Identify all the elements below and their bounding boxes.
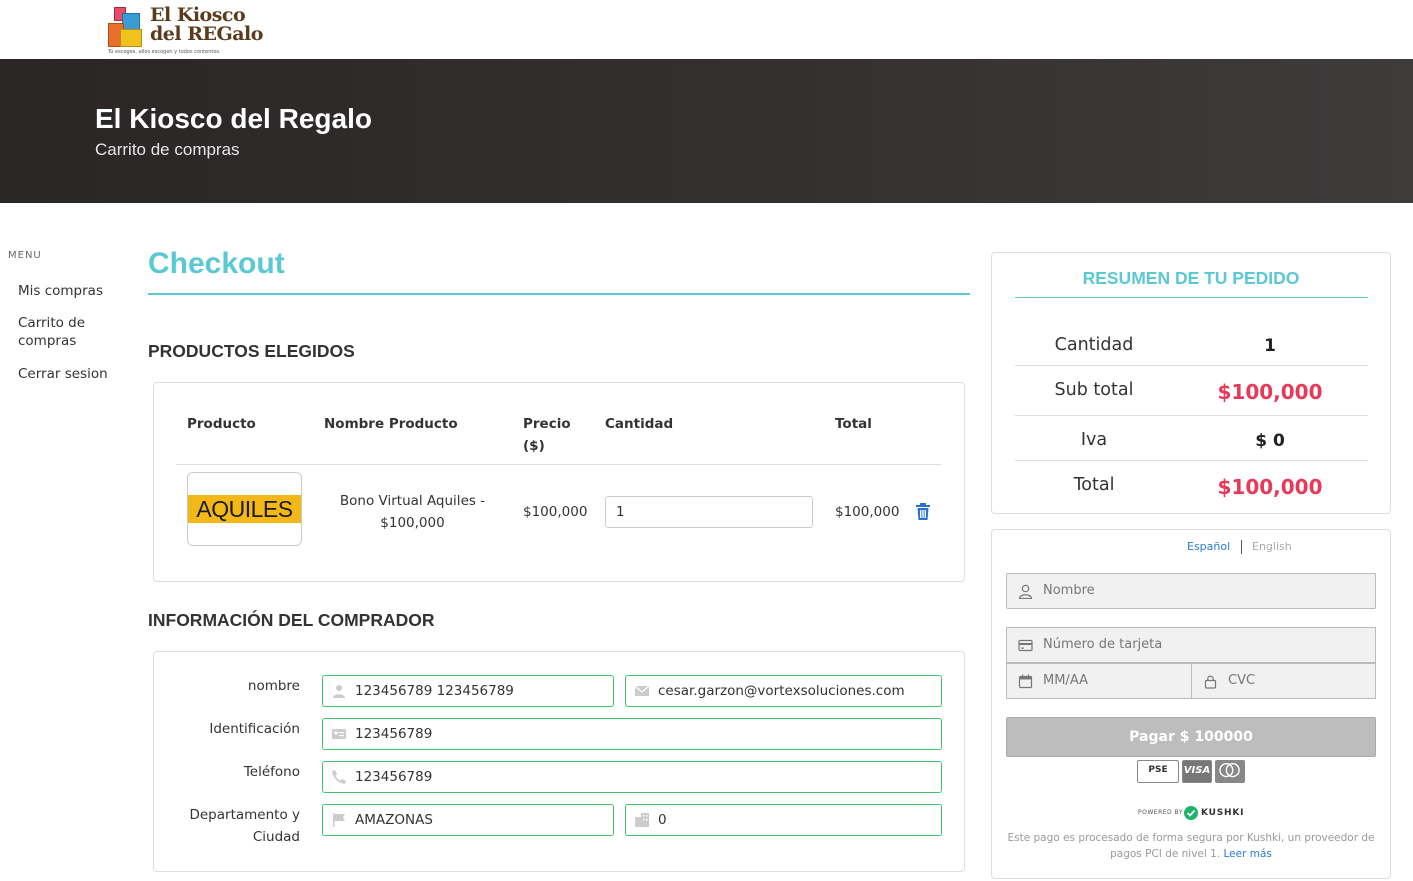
buyer-section-title: INFORMACIÓN DEL COMPRADOR <box>148 610 435 630</box>
lang-separator <box>1241 540 1242 554</box>
product-total: $100,000 <box>835 504 900 520</box>
expiry-placeholder: MM/AA <box>1043 673 1088 688</box>
read-more-link[interactable]: Leer más <box>1224 848 1272 860</box>
quantity-input[interactable]: 1 <box>605 496 813 528</box>
credit-card-icon <box>1018 639 1033 652</box>
lock-icon <box>1204 675 1217 689</box>
summary-value-cantidad: 1 <box>1264 336 1276 356</box>
logo-tagline: Tú escoges, ellos escogen y todos conten… <box>108 49 221 55</box>
col-header-cantidad: Cantidad <box>605 416 674 432</box>
col-header-precio: Precio ($) <box>523 416 571 454</box>
products-section-title: PRODUCTOS ELEGIDOS <box>148 341 355 361</box>
kushki-check-icon <box>1184 806 1198 820</box>
city-value: 0 <box>658 812 667 828</box>
flag-icon <box>333 813 345 827</box>
security-notice-text: Este pago es procesado de forma segura p… <box>1007 832 1375 860</box>
hero-subtitle: Carrito de compras <box>95 140 240 159</box>
phone-icon <box>332 770 346 784</box>
label-departamento: Departamento y Ciudad <box>189 807 300 845</box>
department-field[interactable]: AMAZONAS <box>322 804 614 836</box>
label-identificacion: Identificación <box>209 721 300 737</box>
col-header-producto: Producto <box>187 416 256 432</box>
mastercard-logo <box>1215 760 1245 783</box>
label-nombre: nombre <box>247 678 300 694</box>
card-number-placeholder: Número de tarjeta <box>1043 637 1163 652</box>
hero-title: El Kiosco del Regalo <box>95 103 372 134</box>
user-icon <box>333 685 345 698</box>
trash-icon[interactable] <box>915 503 931 520</box>
menu-item-mis-compras[interactable]: Mis compras <box>18 282 103 300</box>
summary-divider <box>1015 460 1368 461</box>
table-header-divider <box>176 464 941 465</box>
visa-logo-text: VISA <box>1183 765 1211 776</box>
card-number-input[interactable]: Número de tarjeta <box>1006 627 1376 663</box>
product-image-brand: AQUILES <box>196 496 293 522</box>
pse-logo-text: PSE <box>1148 765 1168 775</box>
envelope-icon <box>635 685 649 696</box>
mastercard-circles-icon <box>1219 763 1240 778</box>
product-name: Bono Virtual Aquiles - $100,000 <box>339 493 486 531</box>
logo[interactable]: El Kiosco del REGalo Tú escoges, ellos e… <box>106 2 266 58</box>
kushki-brand-text: KUSHKI <box>1201 808 1245 818</box>
summary-value-iva: $ 0 <box>1255 431 1285 451</box>
menu-title: MENU <box>8 250 42 261</box>
cvc-placeholder: CVC <box>1228 673 1256 688</box>
lang-es-link[interactable]: Español <box>1187 540 1230 553</box>
hero-banner: El Kiosco del Regalo Carrito de compras <box>0 59 1413 203</box>
summary-divider <box>1015 415 1368 416</box>
summary-divider <box>1015 365 1368 366</box>
expiry-input[interactable]: MM/AA <box>1006 663 1192 699</box>
pay-button[interactable]: Pagar $ 100000 <box>1006 717 1376 757</box>
calendar-icon <box>1018 674 1033 689</box>
id-card-icon <box>332 729 346 739</box>
summary-label-cantidad: Cantidad <box>1054 335 1134 355</box>
cardholder-name-placeholder: Nombre <box>1043 583 1095 598</box>
phone-field[interactable]: 123456789 <box>322 761 942 793</box>
lang-en-link[interactable]: English <box>1252 540 1292 553</box>
name-value: 123456789 123456789 <box>355 683 514 699</box>
summary-value-subtotal: $100,000 <box>1217 380 1323 404</box>
visa-logo: VISA <box>1182 760 1212 783</box>
top-bar: El Kiosco del REGalo Tú escoges, ellos e… <box>0 0 1413 59</box>
security-notice: Este pago es procesado de forma segura p… <box>1006 830 1376 862</box>
menu-item-cerrar-sesion[interactable]: Cerrar sesion <box>18 365 108 383</box>
email-value: cesar.garzon@vortexsoluciones.com <box>658 683 905 699</box>
col-header-nombre: Nombre Producto <box>324 416 458 432</box>
name-field[interactable]: 123456789 123456789 <box>322 675 614 707</box>
title-divider <box>148 293 970 295</box>
department-value: AMAZONAS <box>355 812 433 828</box>
cardholder-name-input[interactable]: Nombre <box>1006 573 1376 609</box>
powered-by-text: POWERED BY <box>1138 809 1184 816</box>
logo-text-line1: El Kiosco <box>150 4 246 26</box>
summary-value-total: $100,000 <box>1217 475 1323 499</box>
page-title: Checkout <box>148 247 285 280</box>
logo-text-line2: del REGalo <box>150 23 263 45</box>
phone-value: 123456789 <box>355 769 433 785</box>
summary-title: RESUMEN DE TU PEDIDO <box>1082 268 1300 288</box>
col-header-total: Total <box>835 416 872 432</box>
label-telefono: Teléfono <box>243 764 300 780</box>
menu-item-carrito[interactable]: Carrito de compras <box>18 314 98 350</box>
summary-label-total: Total <box>1073 475 1115 495</box>
user-icon <box>1018 584 1033 599</box>
gift-boxes-icon <box>106 5 146 47</box>
cvc-input[interactable]: CVC <box>1191 663 1376 699</box>
building-icon <box>635 813 649 827</box>
email-field[interactable]: cesar.garzon@vortexsoluciones.com <box>625 675 942 707</box>
product-price: $100,000 <box>523 504 588 520</box>
id-value: 123456789 <box>355 726 433 742</box>
summary-title-divider <box>1015 297 1368 298</box>
city-field[interactable]: 0 <box>625 804 942 836</box>
pse-logo: PSE <box>1137 760 1179 783</box>
powered-by-kushki[interactable]: POWERED BY KUSHKI <box>1138 806 1258 820</box>
product-image: AQUILES <box>187 472 302 546</box>
summary-label-subtotal: Sub total <box>1054 380 1134 400</box>
id-field[interactable]: 123456789 <box>322 718 942 750</box>
summary-label-iva: Iva <box>1080 430 1108 450</box>
